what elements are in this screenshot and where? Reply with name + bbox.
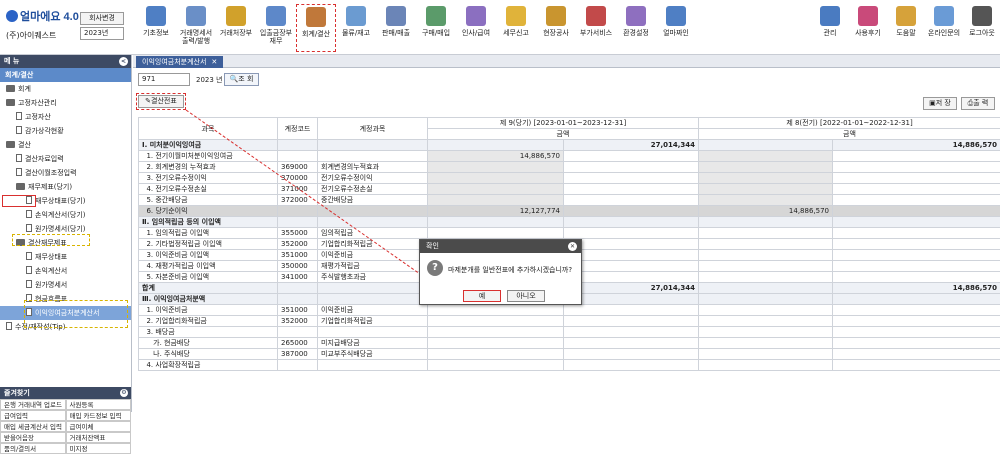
confirm-dialog: 확인✕ ? 마제분개를 일반전표에 추가하시겠습니까? 예 아니오 xyxy=(419,239,582,305)
yes-button[interactable]: 예 xyxy=(463,290,501,302)
favorite-item-6[interactable]: 받을어음장 xyxy=(0,432,66,443)
favorite-item-4[interactable]: 매입 세금계산서 입력 xyxy=(0,421,66,432)
dialog-message: 마제분개를 일반전표에 추가하시겠습니까? xyxy=(448,265,572,275)
favorite-item-9[interactable]: 미지정 xyxy=(66,443,132,454)
favorite-item-8[interactable]: 품의/결의서 xyxy=(0,443,66,454)
favorite-item-7[interactable]: 거래처잔액표 xyxy=(66,432,132,443)
dialog-header: 확인✕ xyxy=(420,240,581,253)
question-icon: ? xyxy=(427,260,443,276)
favorite-item-5[interactable]: 급여이체 xyxy=(66,421,132,432)
annotation-arrow xyxy=(0,0,1000,412)
dialog-close-icon[interactable]: ✕ xyxy=(568,242,577,251)
no-button[interactable]: 아니오 xyxy=(507,290,545,302)
